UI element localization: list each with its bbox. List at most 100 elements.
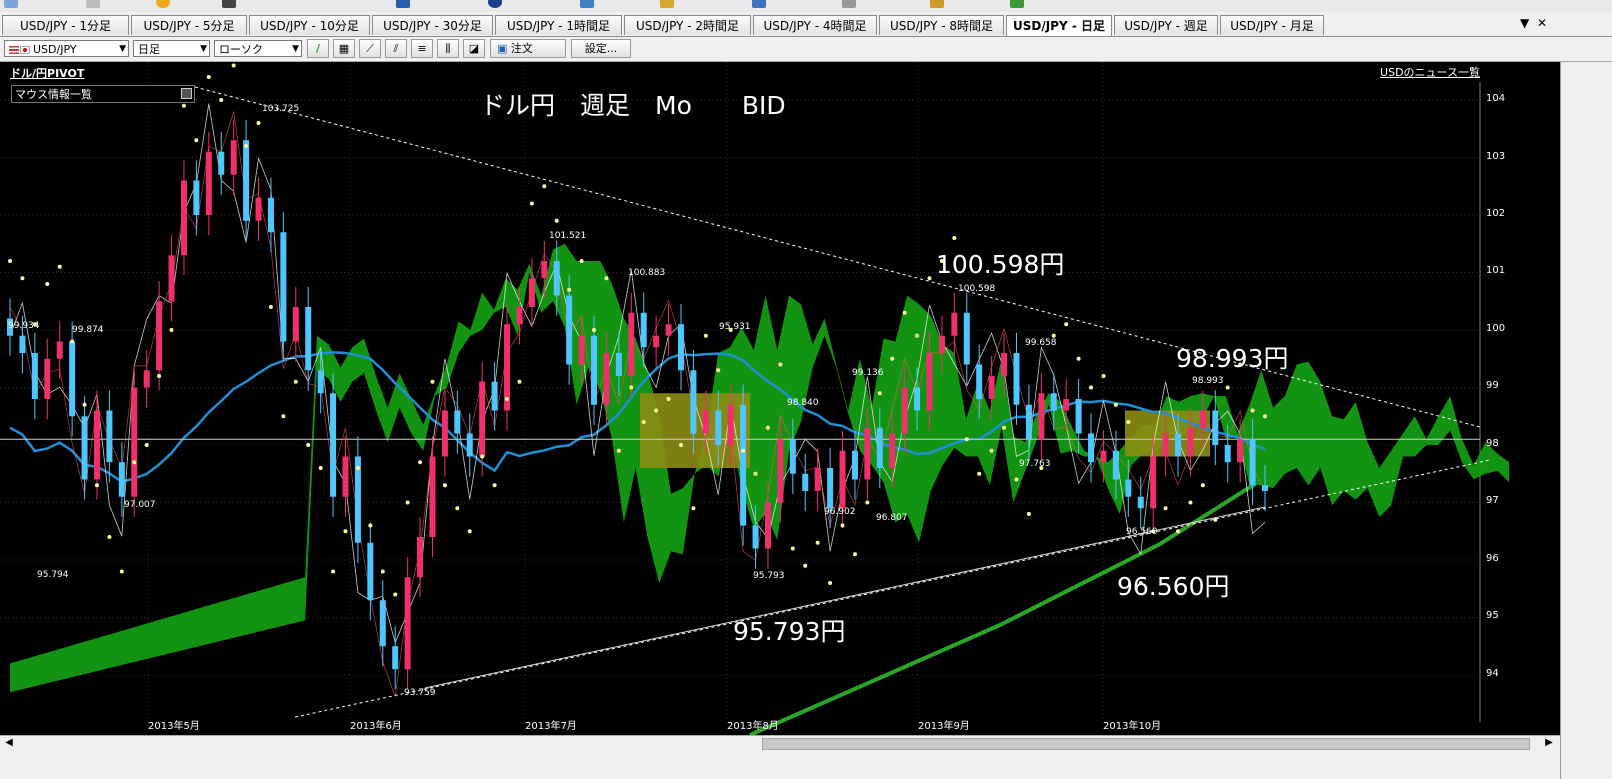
psar-dot [144, 443, 149, 447]
candle-body [1001, 353, 1008, 376]
tab-daily[interactable]: USD/JPY - 日足 [1006, 15, 1112, 36]
lines-icon[interactable]: ≡ [411, 39, 433, 58]
candle-body [230, 140, 237, 175]
info-icon[interactable] [752, 0, 766, 10]
minimize-icon[interactable] [181, 88, 192, 99]
candle-body [292, 307, 299, 342]
news-link[interactable]: USDのニュース一覧 [1380, 64, 1480, 80]
rate-icon[interactable] [580, 0, 594, 10]
candle-body [44, 358, 51, 399]
candle-body [951, 312, 958, 336]
market-icon[interactable] [222, 0, 236, 10]
report-icon[interactable] [930, 0, 944, 10]
tab-monthly[interactable]: USD/JPY - 月足 [1220, 15, 1324, 35]
candle-body [1150, 456, 1157, 509]
candle-body [19, 335, 26, 353]
list-icon[interactable] [842, 0, 856, 10]
price-chart[interactable]: ドル/円PIVOT USDのニュース一覧 マウス情報一覧 ドル円 週足 Mo B… [0, 62, 1560, 735]
psar-dot [716, 368, 721, 373]
psar-dot [567, 287, 572, 292]
psar-dot [815, 540, 820, 545]
psar-dot [790, 546, 795, 551]
mouse-info-panel[interactable]: マウス情報一覧 [11, 85, 195, 103]
candle-body [1112, 450, 1119, 480]
tab-30min[interactable]: USD/JPY - 30分足 [372, 15, 493, 35]
point-label: 96.560 [1126, 527, 1158, 537]
candle-body [727, 404, 734, 445]
candle-body [578, 335, 585, 365]
psar-dot [393, 592, 398, 597]
candle-body [963, 312, 970, 365]
candle-body [851, 450, 858, 480]
clock-icon[interactable] [488, 0, 502, 10]
candle-body [1050, 393, 1057, 411]
chart-type-select[interactable]: ローソク ▼ [214, 40, 302, 57]
settings-button[interactable]: 設定... [571, 39, 631, 58]
fan-icon[interactable]: ⫽ [385, 39, 407, 58]
timeframe-select[interactable]: 日足 ▼ [133, 40, 210, 57]
x-tick: 2013年9月 [918, 721, 970, 732]
psar-dot [840, 523, 845, 528]
candle-body [56, 341, 63, 359]
candle-body [677, 324, 684, 371]
scroll-left-icon[interactable]: ◀ [2, 737, 16, 748]
tab-8hour[interactable]: USD/JPY - 8時間足 [879, 15, 1004, 35]
candle-body [640, 312, 647, 348]
eraser-icon[interactable]: ◪ [463, 39, 485, 58]
candle-body [516, 307, 523, 325]
point-label: 103.725 [262, 104, 300, 114]
pen-icon[interactable]: / [307, 39, 329, 58]
candle-body [1088, 433, 1095, 463]
help-icon[interactable] [156, 0, 170, 10]
columns-icon[interactable]: ⫼ [437, 39, 459, 58]
toolbar-strip-item[interactable] [86, 0, 100, 10]
candle-body [901, 387, 908, 434]
order-button[interactable]: ▣ 注文 [490, 39, 566, 58]
tab-5min[interactable]: USD/JPY - 5分足 [131, 15, 247, 35]
pair-select[interactable]: USD/JPY ▼ [4, 40, 129, 57]
point-label: 100.883 [628, 268, 666, 278]
psar-dot [219, 98, 224, 102]
horizontal-scrollbar[interactable]: ◀ ▶ [0, 735, 1560, 753]
point-label: 99.874 [72, 325, 104, 335]
tab-10min[interactable]: USD/JPY - 10分足 [249, 15, 370, 35]
psar-dot [1076, 356, 1081, 361]
tab-1hour[interactable]: USD/JPY - 1時間足 [495, 15, 622, 35]
close-icon[interactable]: ✕ [1537, 16, 1547, 30]
annotation-98993: 98.993円 [1176, 344, 1289, 373]
psar-dot [1263, 414, 1267, 419]
candle-body [205, 151, 212, 215]
psar-dot [70, 339, 75, 344]
candle-body [106, 410, 113, 463]
psar-dot [181, 103, 186, 108]
tab-1min[interactable]: USD/JPY - 1分足 [2, 15, 129, 35]
tab-2hour[interactable]: USD/JPY - 2時間足 [624, 15, 751, 35]
tab-weekly[interactable]: USD/JPY - 週足 [1114, 15, 1218, 35]
candle-body [305, 307, 312, 371]
candle-body [479, 381, 486, 457]
grid-icon[interactable]: ▦ [333, 39, 355, 58]
pivot-title[interactable]: ドル/円PIVOT [10, 65, 84, 81]
candle-body [690, 370, 697, 434]
psar-dot [380, 569, 385, 574]
scroll-right-icon[interactable]: ▶ [1542, 737, 1556, 748]
candle-body [528, 278, 535, 307]
candle-body [752, 525, 759, 549]
tab-4hour[interactable]: USD/JPY - 4時間足 [753, 15, 877, 35]
annotation-low-aug: 95.793円 [733, 617, 846, 646]
point-label: 100.598 [958, 284, 996, 294]
toolbar-strip-item[interactable] [4, 0, 18, 10]
tab-menu-chevron-icon[interactable]: ▼ [1520, 16, 1529, 30]
scrollbar-thumb[interactable] [762, 738, 1530, 750]
psar-dot [877, 391, 882, 396]
close-app-icon[interactable] [1010, 0, 1024, 10]
psar-dot [268, 305, 273, 309]
candle-body [777, 439, 784, 503]
point-label: 97.007 [124, 500, 156, 510]
coin-icon[interactable] [660, 0, 674, 10]
psar-dot [206, 75, 211, 79]
chart-icon[interactable] [396, 0, 410, 10]
psar-dot [915, 333, 920, 338]
psar-dot [629, 385, 634, 390]
trendline-icon[interactable]: ⟋ [359, 39, 381, 58]
